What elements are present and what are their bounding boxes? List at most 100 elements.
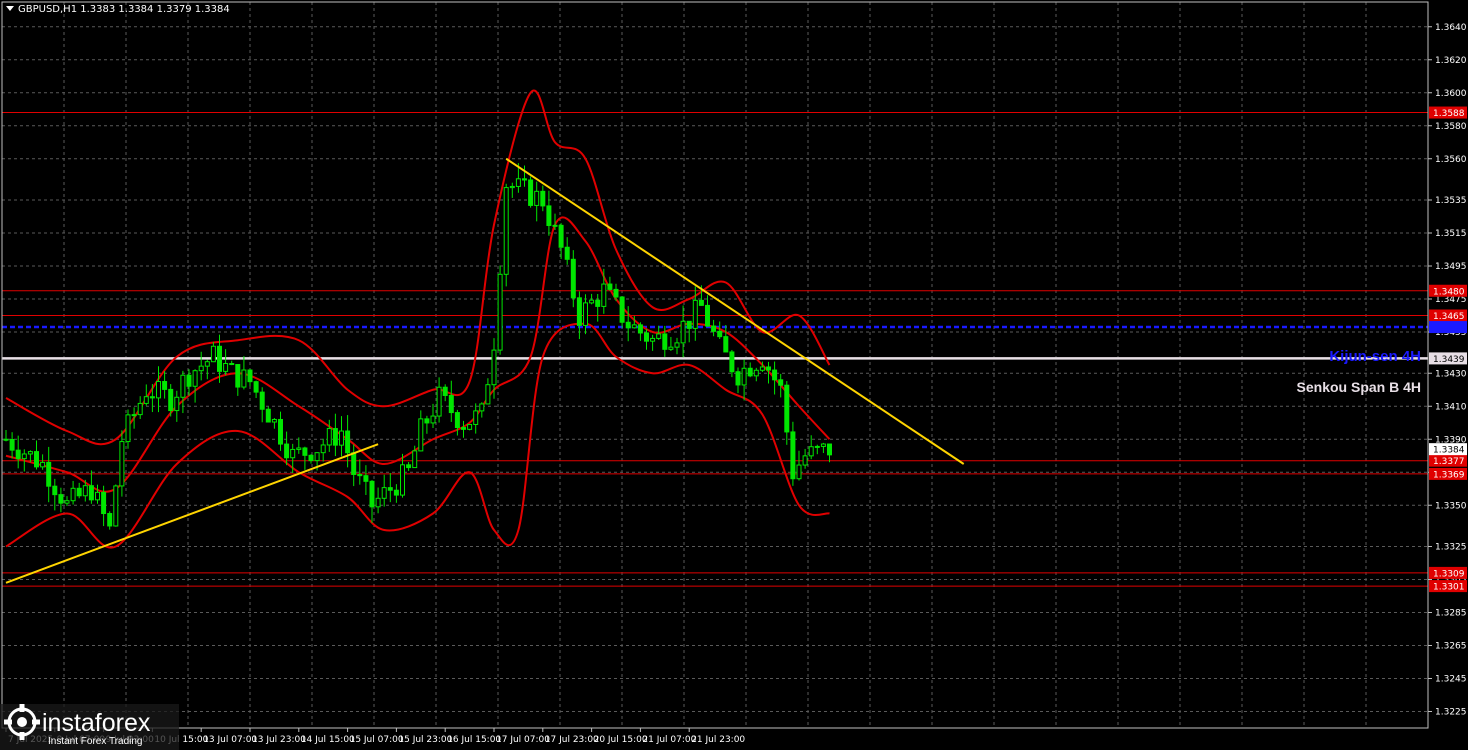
candle-body bbox=[156, 381, 161, 399]
candle-body bbox=[759, 366, 765, 371]
candle-body bbox=[418, 418, 424, 452]
candle-body bbox=[259, 391, 265, 410]
candle-body bbox=[137, 402, 143, 416]
price-tick-label: 1.3350 bbox=[1435, 501, 1467, 511]
candle-body bbox=[210, 345, 216, 363]
time-tick-label: 13 Jul 07:00 bbox=[203, 735, 257, 745]
time-tick-label: 21 Jul 23:00 bbox=[691, 735, 745, 745]
watermark-brand: instaforex bbox=[42, 709, 151, 737]
candle-body bbox=[631, 324, 637, 329]
title-marker-icon bbox=[6, 6, 14, 11]
candle-body bbox=[186, 374, 192, 387]
candle-body bbox=[3, 438, 9, 441]
candle-body bbox=[491, 349, 497, 386]
bollinger-upper bbox=[5, 89, 831, 446]
candle-body bbox=[241, 369, 247, 388]
candle-body bbox=[406, 464, 412, 469]
time-tick-label: 16 Jul 15:00 bbox=[447, 735, 501, 745]
candle-body bbox=[784, 384, 790, 433]
candle-body bbox=[369, 480, 375, 508]
candle-body bbox=[302, 447, 308, 456]
candle-body bbox=[668, 346, 674, 350]
candle-body bbox=[235, 364, 241, 388]
candle-body bbox=[393, 489, 399, 496]
kijun-label: Kijun-sen 4H bbox=[1329, 348, 1421, 365]
candle-body bbox=[790, 431, 796, 480]
candle-body bbox=[576, 297, 582, 326]
candle-body bbox=[558, 224, 564, 248]
price-tick-label: 1.3225 bbox=[1435, 708, 1467, 718]
candle-body bbox=[180, 374, 186, 398]
candle-body bbox=[747, 367, 753, 377]
price-chart[interactable]: 1.3640 1.3620 1.3600 1.3580 1.3560 1.3535 1.35… bbox=[0, 0, 1468, 750]
grid bbox=[1, 2, 1429, 728]
candle-body bbox=[314, 452, 320, 462]
candle-body bbox=[119, 441, 125, 487]
candle-body bbox=[540, 190, 546, 207]
candle-body bbox=[753, 369, 759, 377]
candle-body bbox=[650, 337, 656, 342]
candle-body bbox=[522, 178, 527, 181]
candle-body bbox=[564, 246, 570, 260]
candle-body bbox=[778, 379, 784, 386]
time-tick-label: 13 Jul 23:00 bbox=[252, 735, 306, 745]
candle-body bbox=[15, 449, 21, 460]
candle-body bbox=[198, 365, 204, 372]
candle-body bbox=[162, 381, 168, 390]
candle-body bbox=[131, 414, 137, 417]
candle-body bbox=[802, 455, 808, 466]
plot-border bbox=[1, 1, 1429, 729]
broker-watermark: instaforex Instant Forex Trading bbox=[0, 704, 179, 750]
candle-body bbox=[595, 299, 601, 307]
time-tick-label: 15 Jul 07:00 bbox=[350, 735, 404, 745]
level-tag: 1.3377 bbox=[1433, 457, 1465, 467]
candle-body bbox=[686, 320, 692, 329]
level-tag: 1.3480 bbox=[1433, 287, 1465, 297]
price-tick-label: 1.3515 bbox=[1435, 229, 1467, 239]
candle-body bbox=[192, 370, 198, 387]
candle-body bbox=[442, 386, 448, 396]
candle-body bbox=[656, 333, 662, 339]
candle-body bbox=[448, 394, 454, 414]
price-tick-label: 1.3620 bbox=[1435, 56, 1467, 66]
symbol-title: GBPUSD,H1 1.3383 1.3384 1.3379 1.3384 bbox=[18, 4, 230, 15]
candle-body bbox=[52, 485, 58, 496]
candle-body bbox=[149, 396, 155, 399]
candle-body bbox=[223, 363, 229, 372]
candle-body bbox=[607, 283, 613, 290]
candle-body bbox=[229, 363, 235, 366]
price-tick-label: 1.3560 bbox=[1435, 155, 1467, 165]
trendlines bbox=[5, 157, 965, 584]
candle-body bbox=[64, 500, 70, 504]
price-tick-label: 1.3265 bbox=[1435, 642, 1467, 652]
candle-body bbox=[430, 415, 436, 424]
candle-body bbox=[717, 330, 723, 338]
candle-body bbox=[546, 205, 552, 226]
candle-body bbox=[509, 185, 515, 189]
candle-body bbox=[284, 443, 290, 459]
candle-body bbox=[34, 451, 39, 468]
candle-body bbox=[21, 453, 27, 460]
candle-body bbox=[326, 428, 332, 446]
price-tick-label: 1.3600 bbox=[1435, 89, 1467, 99]
chart-title: GBPUSD,H1 1.3383 1.3384 1.3379 1.3384 bbox=[6, 4, 230, 15]
candle-body bbox=[698, 299, 704, 306]
candle-body bbox=[503, 187, 509, 275]
candle-body bbox=[88, 485, 94, 501]
kijun-tag-box bbox=[1429, 321, 1467, 334]
candle-body bbox=[552, 224, 558, 227]
candle-body bbox=[412, 450, 418, 469]
current-price-tag: 1.3384 bbox=[1433, 446, 1465, 456]
candles bbox=[3, 163, 832, 530]
level-tag: 1.3309 bbox=[1433, 569, 1465, 579]
candle-body bbox=[271, 418, 277, 423]
candle-body bbox=[345, 430, 351, 454]
candle-body bbox=[217, 345, 222, 372]
candle-body bbox=[570, 258, 576, 299]
trendline bbox=[505, 157, 965, 465]
time-tick-label: 14 Jul 15:00 bbox=[301, 735, 355, 745]
candle-body bbox=[711, 325, 717, 332]
candle-body bbox=[820, 443, 826, 447]
candle-body bbox=[528, 179, 534, 206]
candle-body bbox=[168, 388, 174, 412]
